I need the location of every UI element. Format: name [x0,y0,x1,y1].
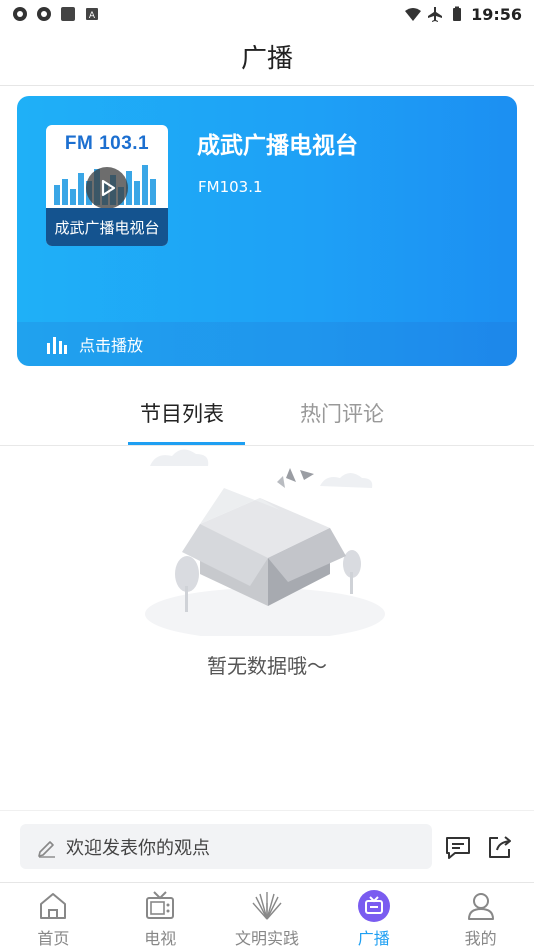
status-bar: A 19:56 [0,0,534,28]
pencil-icon [38,840,55,858]
audio-bars-icon [47,337,67,354]
content-tabs: 节目列表 热门评论 [0,390,534,446]
share-button[interactable] [486,833,514,861]
cover-station-label: 成武广播电视台 [46,208,168,246]
status-notifications: A [12,6,100,22]
comment-bar: 欢迎发表你的观点 [0,810,534,882]
tv-icon [146,891,175,919]
play-button[interactable]: 点击播放 [17,322,517,366]
comments-button[interactable] [444,833,472,861]
station-cover[interactable]: FM 103.1 成武广播电视台 [46,125,168,246]
play-label: 点击播放 [79,336,144,355]
nav-label-mine: 我的 [464,929,497,948]
home-icon [40,893,67,919]
empty-box-illustration [145,449,385,636]
nav-mine[interactable]: 我的 [427,883,534,950]
station-name: 成武广播电视台 [197,133,358,159]
nav-radio[interactable]: 广播 [320,883,427,950]
tab-program-list[interactable]: 节目列表 [140,398,224,428]
tab-active-indicator [128,442,245,445]
page-title: 广播 [240,44,293,74]
cover-play-button[interactable] [86,167,128,209]
battery-icon [453,6,462,21]
title-bar: 广播 [0,28,534,86]
cover-frequency: FM 103.1 [64,133,150,154]
comment-input[interactable]: 欢迎发表你的观点 [20,824,432,869]
empty-state-message: 暂无数据哦～ [207,654,327,678]
station-frequency: FM103.1 [198,178,263,196]
nav-label-radio: 广播 [357,929,390,948]
keyboard-a-icon: A [86,8,98,21]
sync-icon [13,7,27,21]
nav-label-civilization: 文明实践 [234,929,299,948]
airplane-icon [428,7,443,22]
comment-icon [446,837,470,859]
status-time: 19:56 [471,4,522,24]
nav-label-home: 首页 [37,929,70,948]
comment-placeholder: 欢迎发表你的观点 [66,837,210,859]
app-square-icon [61,7,75,21]
share-icon [489,836,511,858]
radio-icon [357,890,390,922]
sync-icon [37,7,51,21]
status-system: 19:56 [405,5,522,24]
nav-label-tv: 电视 [144,929,177,948]
tab-hot-comments[interactable]: 热门评论 [300,398,384,428]
nav-tv[interactable]: 电视 [107,883,214,950]
svg-text:A: A [89,11,96,21]
nav-home[interactable]: 首页 [0,883,107,950]
radio-player-card[interactable]: FM 103.1 成武广播电视台 成武广播电视台 FM103.1 点击播放 [17,96,517,366]
wifi-icon [405,8,422,21]
user-icon [467,893,494,920]
bottom-navigation: 首页 电视 文明实践 广播 我的 [0,882,534,950]
civilization-icon [252,892,282,920]
nav-civilization[interactable]: 文明实践 [214,883,321,950]
play-icon [101,179,116,197]
